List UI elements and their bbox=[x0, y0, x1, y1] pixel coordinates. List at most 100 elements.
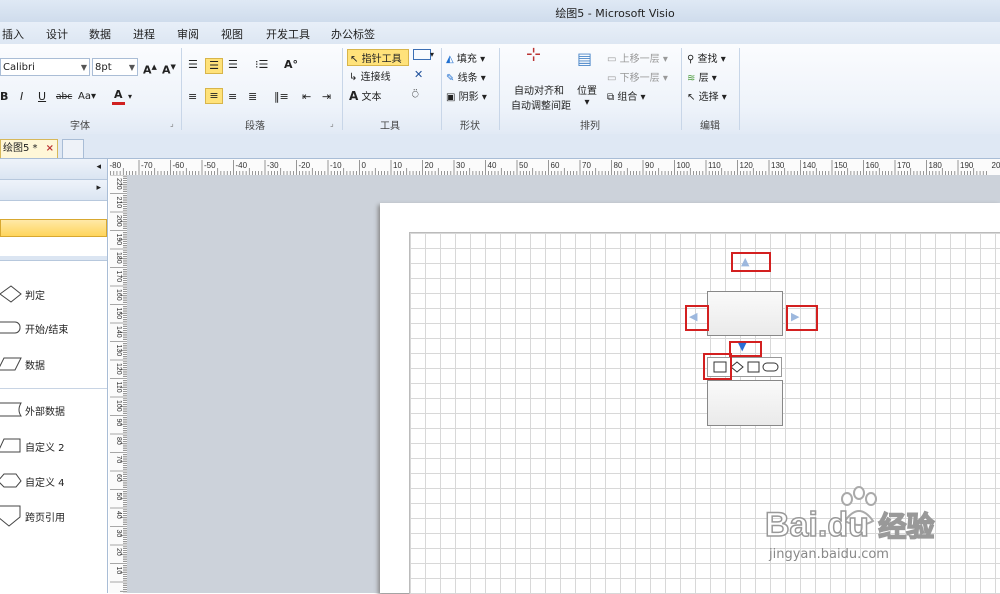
bring-forward-button[interactable]: ▭ 上移一层 ▾ bbox=[607, 50, 668, 65]
ruler-label: 50 bbox=[115, 493, 122, 501]
arrow-right-icon[interactable]: ▶ bbox=[791, 310, 799, 323]
menu-review[interactable]: 审阅 bbox=[177, 26, 199, 42]
ruler-label: 170 bbox=[115, 271, 122, 283]
dialog-launcher-icon[interactable]: ⌟ bbox=[170, 117, 174, 131]
strikethrough-icon[interactable]: abc bbox=[56, 90, 72, 104]
list-item[interactable]: 自定义 4 bbox=[0, 468, 107, 494]
italic-icon[interactable]: I bbox=[20, 90, 23, 104]
ruler-label: 190 bbox=[115, 234, 122, 246]
shape-label: 外部数据 bbox=[25, 403, 65, 418]
ruler-label: 130 bbox=[115, 345, 122, 357]
dialog-launcher-icon[interactable]: ⌟ bbox=[330, 117, 334, 131]
grow-font-icon[interactable]: A▲ bbox=[143, 60, 157, 78]
align-top-icon[interactable]: ☰ bbox=[188, 58, 198, 72]
font-name-combo[interactable]: Calibri▼ bbox=[0, 58, 90, 76]
menu-developer[interactable]: 开发工具 bbox=[266, 26, 310, 42]
menu-process[interactable]: 进程 bbox=[133, 26, 155, 42]
layers-button[interactable]: ≋ 层 ▾ bbox=[687, 69, 717, 84]
chevron-down-icon: ▾ bbox=[721, 54, 726, 65]
find-button[interactable]: ⚲ 查找 ▾ bbox=[687, 50, 726, 65]
connection-point-icon[interactable]: ⍥ bbox=[412, 88, 419, 102]
chevron-down-icon[interactable]: ▾ bbox=[128, 90, 132, 104]
list-item[interactable]: 外部数据 bbox=[0, 397, 107, 423]
menu-view[interactable]: 视图 bbox=[221, 26, 243, 42]
ruler-label: 130 bbox=[771, 161, 785, 170]
list-item[interactable]: 判定 bbox=[0, 281, 107, 307]
position-button[interactable]: 位置 ▾ bbox=[577, 82, 597, 108]
bullets-icon[interactable]: ⁝☰ bbox=[255, 58, 268, 72]
line-button[interactable]: ✎ 线条 ▾ bbox=[446, 69, 486, 84]
align-bottom-icon[interactable]: ☰ bbox=[228, 58, 238, 72]
font-size-combo[interactable]: 8pt▼ bbox=[92, 58, 138, 76]
ruler-label: 120 bbox=[740, 161, 754, 170]
shadow-button[interactable]: ▣ 阴影 ▾ bbox=[446, 88, 487, 103]
connector-button[interactable]: ↳ 连接线 bbox=[349, 68, 391, 83]
document-tab[interactable]: 绘图5 * × bbox=[0, 139, 58, 158]
align-left-icon[interactable]: ≡ bbox=[188, 90, 197, 104]
quick-shape-rectangle-highlight[interactable] bbox=[703, 353, 732, 380]
align-middle-icon[interactable]: ☰ bbox=[205, 58, 223, 74]
new-tab-button[interactable] bbox=[62, 139, 84, 158]
list-item[interactable]: 数据 bbox=[0, 351, 107, 377]
font-color-icon[interactable]: A bbox=[112, 88, 125, 105]
ruler-label: 80 bbox=[115, 437, 122, 445]
underline-icon[interactable]: U bbox=[38, 90, 46, 104]
ruler-left-ticks: 2202102001901801701601501401301201101009… bbox=[109, 175, 127, 593]
more-shapes-row[interactable]: ▸ bbox=[0, 180, 107, 201]
arrow-down-icon[interactable]: ▼ bbox=[738, 340, 746, 353]
arrow-left-icon[interactable]: ◀ bbox=[689, 310, 697, 323]
stencil-selected[interactable] bbox=[0, 219, 107, 237]
auto-align-icon[interactable]: ⊹ bbox=[526, 48, 541, 62]
ruler-label: -40 bbox=[236, 161, 248, 170]
process-shape-bottom[interactable] bbox=[707, 380, 783, 426]
group-button[interactable]: ⧉ 组合 ▾ bbox=[607, 88, 646, 103]
chevron-down-icon[interactable]: ▾ bbox=[430, 48, 434, 62]
fill-button[interactable]: ◭ 填充 ▾ bbox=[446, 50, 485, 65]
decrease-indent-icon[interactable]: ⇤ bbox=[302, 90, 311, 104]
list-item[interactable]: 开始/结束 bbox=[0, 315, 107, 341]
justify-icon[interactable]: ≣ bbox=[248, 90, 257, 104]
ruler-top: -80-70-60-50-40-30-20-100102030405060708… bbox=[109, 159, 1000, 176]
chevron-down-icon: ▾ bbox=[481, 73, 486, 84]
auto-align-button[interactable]: 自动对齐和 自动调整间距 bbox=[511, 82, 567, 112]
menu-insert[interactable]: 插入 bbox=[2, 26, 24, 42]
ruler-label: -60 bbox=[173, 161, 185, 170]
text-tool-button[interactable]: A 文本 bbox=[349, 88, 381, 103]
group-separator bbox=[181, 48, 182, 130]
menu-design[interactable]: 设计 bbox=[46, 26, 68, 42]
align-center-icon[interactable]: ≡ bbox=[205, 88, 223, 104]
shape-label: 判定 bbox=[25, 287, 45, 302]
send-backward-icon: ▭ bbox=[607, 73, 616, 84]
pane-spacer bbox=[0, 201, 107, 220]
arrow-up-icon[interactable]: ▲ bbox=[741, 255, 749, 268]
increase-indent-icon[interactable]: ⇥ bbox=[322, 90, 331, 104]
change-case-icon[interactable]: Aa▾ bbox=[78, 90, 96, 104]
shrink-font-icon[interactable]: A▼ bbox=[162, 60, 176, 78]
ruler-label: -10 bbox=[330, 161, 342, 170]
pointer-tool-label: 指针工具 bbox=[362, 54, 402, 65]
menu-data[interactable]: 数据 bbox=[89, 26, 111, 42]
shapes-pane: ◂ ▸ 判定 开始/结束 数据 外部数据 自定义 2 自定义 4 跨页引用 bbox=[0, 159, 108, 593]
process-shape-top[interactable] bbox=[707, 291, 783, 336]
position-icon[interactable]: ▤ bbox=[577, 52, 592, 66]
rectangle-icon[interactable] bbox=[413, 49, 431, 60]
ruler-label: 190 bbox=[960, 161, 974, 170]
pointer-tool-button[interactable]: ↖ 指针工具 bbox=[347, 49, 409, 66]
menu-office-tab[interactable]: 办公标签 bbox=[331, 26, 375, 42]
text-direction-icon[interactable]: A° bbox=[284, 58, 298, 72]
chevron-left-icon[interactable]: ◂ bbox=[96, 162, 101, 172]
list-item[interactable]: 自定义 2 bbox=[0, 433, 107, 459]
window-title: 绘图5 - Microsoft Visio bbox=[0, 5, 1000, 21]
align-right-icon[interactable]: ≡ bbox=[228, 90, 237, 104]
close-x-icon[interactable]: ✕ bbox=[414, 68, 423, 82]
send-backward-button[interactable]: ▭ 下移一层 ▾ bbox=[607, 69, 668, 84]
select-button[interactable]: ↖ 选择 ▾ bbox=[687, 88, 727, 103]
bold-icon[interactable]: B bbox=[0, 90, 8, 104]
close-icon[interactable]: × bbox=[46, 140, 54, 158]
text-icon: A bbox=[349, 89, 358, 103]
group-icon: ⧉ bbox=[607, 92, 614, 103]
send-backward-label: 下移一层 bbox=[620, 73, 660, 84]
data-shape-icon bbox=[0, 357, 22, 371]
distribute-icon[interactable]: ‖≡ bbox=[274, 90, 289, 104]
list-item[interactable]: 跨页引用 bbox=[0, 503, 107, 529]
